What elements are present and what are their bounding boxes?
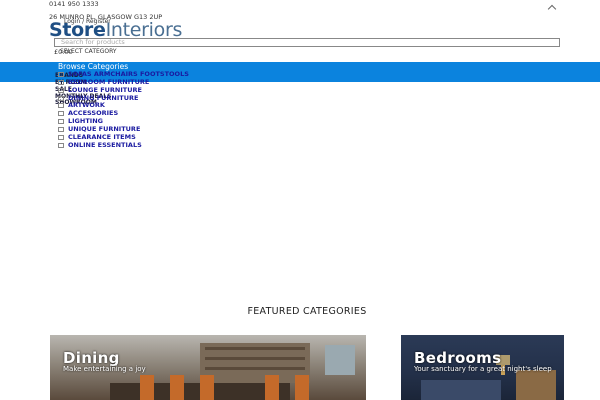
tag-icon	[58, 134, 64, 140]
card-bedrooms-subtitle: Your sanctuary for a great night's sleep	[414, 365, 552, 373]
category-lighting[interactable]: LIGHTING	[58, 117, 103, 125]
featured-heading: FEATURED CATEGORIES	[247, 306, 367, 317]
category-lounge[interactable]: LOUNGE FURNITURE	[58, 86, 142, 94]
category-clearance[interactable]: CLEARANCE ITEMS	[58, 133, 136, 141]
card-dining[interactable]: Dining Make entertaining a joy	[50, 335, 366, 400]
category-bedroom[interactable]: BEDROOM FURNITURE	[58, 78, 149, 86]
phone-number[interactable]: 0141 950 1333	[49, 0, 99, 8]
chevron-up-icon[interactable]	[547, 4, 557, 14]
lamp-icon	[58, 118, 64, 124]
artwork-icon	[58, 102, 64, 108]
cursor-icon	[58, 142, 64, 148]
card-bedrooms[interactable]: Bedrooms Your sanctuary for a great nigh…	[401, 335, 564, 400]
login-register-link[interactable]: Login / Register	[64, 18, 111, 25]
search-input[interactable]: Search for products	[54, 38, 560, 47]
lounge-icon	[58, 87, 64, 93]
category-select[interactable]: SELECT CATEGORY	[60, 48, 117, 55]
category-accessories[interactable]: ACCESSORIES	[58, 109, 118, 117]
category-sofas[interactable]: SOFAS ARMCHAIRS FOOTSTOOLS	[58, 70, 189, 78]
unique-icon	[58, 126, 64, 132]
accessories-icon	[58, 110, 64, 116]
category-unique[interactable]: UNIQUE FURNITURE	[58, 125, 140, 133]
card-dining-subtitle: Make entertaining a joy	[63, 365, 146, 373]
dining-icon	[58, 95, 64, 101]
category-online-essentials[interactable]: ONLINE ESSENTIALS	[58, 141, 142, 149]
category-artwork[interactable]: ARTWORK	[58, 101, 105, 109]
bed-icon	[58, 79, 64, 85]
sofa-icon	[58, 71, 64, 77]
